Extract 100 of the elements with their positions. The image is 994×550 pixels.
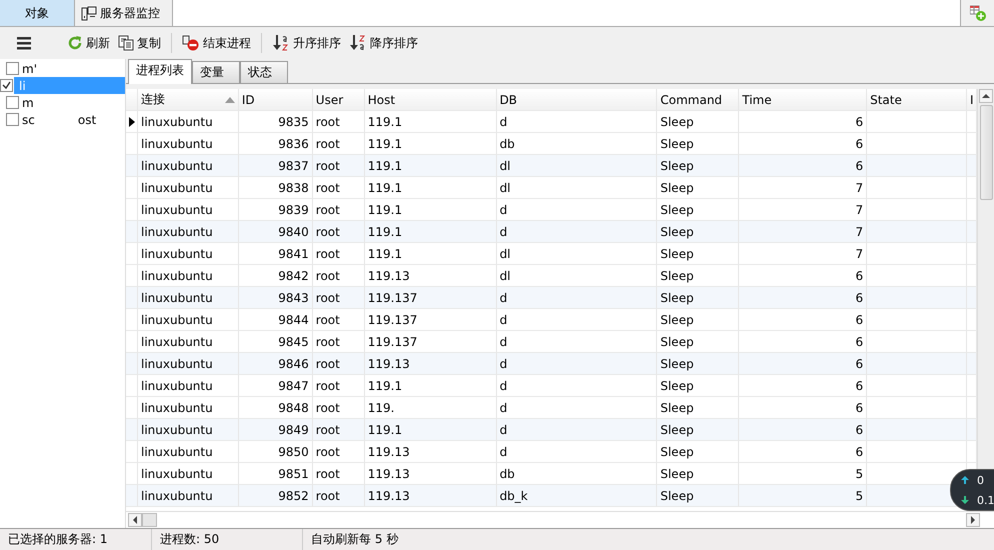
checkbox[interactable] [6,96,19,109]
table-cell: 9842 [238,265,313,286]
table-cell: 6 [739,111,868,132]
tab[interactable]: 状态 [240,61,288,83]
table-cell: 9840 [238,221,313,242]
upload-arrow-icon [961,476,969,484]
table-cell: 7 [739,199,868,220]
tab[interactable]: 对象 [0,0,75,26]
table-cell: 119.1 [364,199,497,220]
server-icon [81,5,97,21]
table-cell: 119.1 [364,419,497,440]
download-arrow-icon [961,496,969,504]
table-cell: d [496,353,658,374]
table-cell: linuxubuntu [138,133,239,154]
copy-icon [118,35,134,51]
table-cell: Sleep [657,199,740,220]
table-cell: 9835 [238,111,313,132]
table-cell: 6 [739,287,868,308]
table-cell: linuxubuntu [138,397,239,418]
column-header[interactable]: DB [496,89,658,110]
table-cell: 9839 [238,199,313,220]
table-cell: 9847 [238,375,313,396]
table-cell: 119.1 [364,375,497,396]
scroll-left-button[interactable] [128,513,142,527]
scroll-right-button[interactable] [966,513,980,527]
table-cell: 119.1 [364,111,497,132]
table-cell: linuxubuntu [138,353,239,374]
column-header[interactable]: 连接 [138,89,239,110]
table-cell: root [312,155,365,176]
toolbar-button[interactable]: 结束进程 [179,32,254,54]
column-header[interactable]: Time [739,89,868,110]
table-cell: 119.1 [364,133,497,154]
download-speed: 0.1 [977,494,994,506]
table-cell: linuxubuntu [138,199,239,220]
column-header[interactable]: User [312,89,365,110]
table-cell: root [312,463,365,484]
scroll-up-button[interactable] [979,89,993,103]
toolbar-button[interactable]: 降序排序 [346,32,421,54]
table-cell: d [496,419,658,440]
table-cell: Sleep [657,419,740,440]
scroll-thumb[interactable] [142,513,157,527]
server-item[interactable]: m [0,94,125,111]
table-cell: Sleep [657,243,740,264]
tab[interactable]: 进程列表 [128,59,192,84]
table-cell: Sleep [657,485,740,506]
horizontal-scrollbar[interactable] [126,511,994,528]
toolbar-button[interactable]: 复制 [115,32,164,54]
tab[interactable]: 服务器监控 [75,0,166,26]
table-cell: root [312,353,365,374]
column-header[interactable]: State [867,89,967,110]
checkbox[interactable] [6,62,19,75]
checkbox[interactable] [0,79,13,92]
table-cell: linuxubuntu [138,441,239,462]
table-cell: root [312,221,365,242]
table-cell: root [312,397,365,418]
table-cell: 6 [739,353,868,374]
table-cell: Sleep [657,177,740,198]
server-item[interactable]: sc ost [0,111,125,128]
current-row-icon [129,116,135,126]
table-cell: 6 [739,309,868,330]
table-cell: Sleep [657,221,740,242]
table-cell: 9844 [238,309,313,330]
checkbox[interactable] [6,113,19,126]
table-cell: Sleep [657,463,740,484]
upload-speed: 0 [977,474,984,486]
table-cell: Sleep [657,133,740,154]
table-cell: linuxubuntu [138,177,239,198]
table-cell: 7 [739,221,868,242]
server-name: sc [22,112,35,126]
column-header[interactable]: ID [238,89,313,110]
table-cell: root [312,265,365,286]
table-cell: 6 [739,419,868,440]
column-header[interactable]: Host [364,89,497,110]
column-header[interactable]: Command [657,89,740,110]
table-cell: linuxubuntu [138,111,239,132]
table-cell: d [496,441,658,462]
toolbar-button[interactable]: 刷新 [64,32,113,54]
stop-icon [182,35,200,51]
table-cell: 9846 [238,353,313,374]
table-cell: root [312,419,365,440]
table-cell: 9850 [238,441,313,462]
table-cell: root [312,441,365,462]
tab[interactable]: 变量 [192,61,240,83]
table-cell: 119.1 [364,155,497,176]
toolbar-button[interactable]: 升序排序 [269,32,344,54]
table-cell: 5 [739,463,868,484]
table-cell: linuxubuntu [138,243,239,264]
address-field[interactable] [172,0,961,26]
table-cell: Sleep [657,111,740,132]
table-cell: root [312,309,365,330]
server-item[interactable]: m' [0,60,125,77]
scroll-thumb[interactable] [980,105,992,200]
table-cell: dl [496,177,658,198]
table-cell: 119. [364,397,497,418]
server-name: m' [22,62,37,76]
table-cell: root [312,331,365,352]
table-cell: 9841 [238,243,313,264]
table-cell: 5 [739,485,868,506]
table-cell: 6 [739,441,868,462]
table-cell: root [312,133,365,154]
